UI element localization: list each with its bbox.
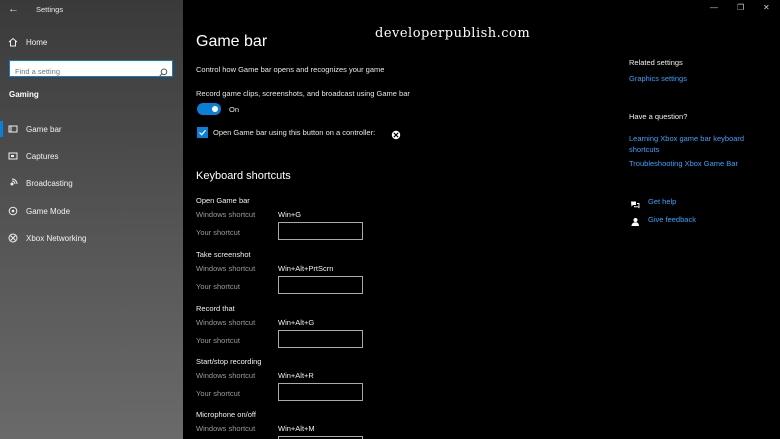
- your-shortcut-label: Your shortcut: [196, 228, 240, 237]
- related-settings-heading: Related settings: [629, 58, 683, 67]
- section-label: Gaming: [9, 90, 39, 99]
- sidebar-item-label: Home: [26, 37, 48, 47]
- page-title: Game bar: [196, 33, 268, 50]
- sidebar-item-label: Xbox Networking: [26, 233, 87, 243]
- troubleshoot-link[interactable]: Troubleshooting Xbox Game Bar: [629, 158, 738, 169]
- toggle-knob: [212, 106, 218, 112]
- link-text-line1: Learning Xbox game bar keyboard: [629, 134, 745, 143]
- windows-shortcut-label: Windows shortcut: [196, 318, 256, 327]
- your-shortcut-input[interactable]: [278, 383, 363, 401]
- shortcut-name: Microphone on/off: [196, 410, 256, 419]
- question-heading: Have a question?: [629, 112, 688, 121]
- sidebar-item-game-bar[interactable]: Game bar: [0, 118, 183, 140]
- search-input[interactable]: [10, 64, 155, 79]
- shortcut-name: Open Game bar: [196, 196, 250, 205]
- controller-checkbox[interactable]: [197, 127, 208, 138]
- gamemode-icon: [0, 206, 26, 216]
- xbox-controller-icon: [391, 127, 401, 145]
- broadcasting-icon: [0, 178, 26, 188]
- your-shortcut-input[interactable]: [278, 276, 363, 294]
- shortcut-name: Record that: [196, 304, 235, 313]
- your-shortcut-input[interactable]: [278, 222, 363, 240]
- help-icon: [630, 197, 640, 215]
- maximize-button[interactable]: ❐: [737, 3, 744, 12]
- search-box: [9, 60, 173, 79]
- windows-shortcut-value: Win+Alt+G: [278, 318, 315, 327]
- sidebar-item-label: Game Mode: [26, 206, 71, 216]
- close-button[interactable]: ✕: [763, 3, 770, 12]
- xbox-icon: [0, 233, 26, 243]
- link-text-line2: shortcuts: [629, 145, 660, 154]
- sidebar-item-captures[interactable]: Captures: [0, 145, 183, 167]
- graphics-settings-link[interactable]: Graphics settings: [629, 73, 687, 84]
- your-shortcut-input[interactable]: [278, 330, 363, 348]
- checkmark-icon: [199, 129, 206, 136]
- give-feedback-link[interactable]: Give feedback: [648, 214, 696, 225]
- shortcut-name: Take screenshot: [196, 250, 251, 259]
- captures-icon: [0, 151, 26, 161]
- shortcut-group-start-stop-recording: Start/stop recording Windows shortcut Wi…: [196, 357, 396, 407]
- shortcut-group-record-that: Record that Windows shortcut Win+Alt+G Y…: [196, 304, 396, 354]
- sidebar: ← Settings Home Gaming Game bar Captures…: [0, 0, 183, 439]
- gamebar-icon: [0, 124, 26, 134]
- sidebar-item-home[interactable]: Home: [0, 31, 183, 53]
- home-icon: [0, 37, 26, 47]
- shortcut-group-open-game-bar: Open Game bar Windows shortcut Win+G You…: [196, 196, 396, 246]
- windows-shortcut-label: Windows shortcut: [196, 264, 256, 273]
- feedback-icon: [630, 214, 640, 232]
- sidebar-item-xbox-networking[interactable]: Xbox Networking: [0, 227, 183, 249]
- get-help-link[interactable]: Get help: [648, 196, 676, 207]
- search-icon[interactable]: [159, 64, 168, 82]
- windows-shortcut-label: Windows shortcut: [196, 424, 256, 433]
- selected-indicator: [0, 121, 3, 137]
- sidebar-item-label: Captures: [26, 151, 59, 161]
- windows-shortcut-label: Windows shortcut: [196, 371, 256, 380]
- shortcut-group-take-screenshot: Take screenshot Windows shortcut Win+Alt…: [196, 250, 396, 300]
- your-shortcut-label: Your shortcut: [196, 389, 240, 398]
- your-shortcut-label: Your shortcut: [196, 282, 240, 291]
- record-label: Record game clips, screenshots, and broa…: [196, 89, 410, 98]
- watermark: developerpublish.com: [375, 26, 531, 41]
- learn-shortcuts-link[interactable]: Learning Xbox game bar keyboard shortcut…: [629, 133, 744, 155]
- minimize-button[interactable]: —: [710, 3, 718, 12]
- sidebar-item-broadcasting[interactable]: Broadcasting: [0, 172, 183, 194]
- your-shortcut-label: Your shortcut: [196, 336, 240, 345]
- windows-shortcut-value: Win+Alt+R: [278, 371, 314, 380]
- shortcut-group-microphone: Microphone on/off Windows shortcut Win+A…: [196, 410, 396, 439]
- shortcut-name: Start/stop recording: [196, 357, 262, 366]
- windows-shortcut-value: Win+Alt+PrtScrn: [278, 264, 334, 273]
- sidebar-item-game-mode[interactable]: Game Mode: [0, 200, 183, 222]
- title-bar: ← Settings: [0, 0, 183, 20]
- record-toggle[interactable]: [197, 103, 221, 115]
- toggle-state-label: On: [229, 105, 240, 114]
- windows-shortcut-value: Win+G: [278, 210, 302, 219]
- checkbox-label: Open Game bar using this button on a con…: [213, 128, 376, 137]
- keyboard-shortcuts-title: Keyboard shortcuts: [196, 170, 291, 182]
- sidebar-item-label: Game bar: [26, 124, 62, 134]
- windows-shortcut-label: Windows shortcut: [196, 210, 256, 219]
- page-description: Control how Game bar opens and recognize…: [196, 65, 385, 74]
- app-title: Settings: [36, 5, 64, 14]
- sidebar-item-label: Broadcasting: [26, 178, 73, 188]
- windows-shortcut-value: Win+Alt+M: [278, 424, 315, 433]
- back-button[interactable]: ←: [8, 3, 19, 15]
